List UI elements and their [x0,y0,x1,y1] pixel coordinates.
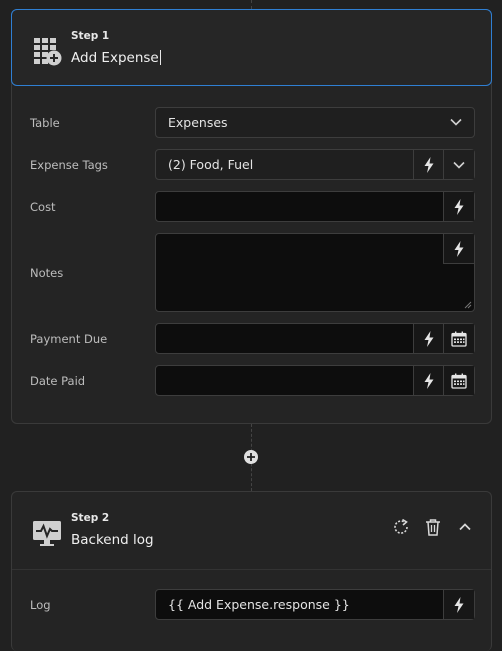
tags-dynamic-button[interactable] [413,150,444,179]
lightning-icon [453,597,465,613]
refresh-icon[interactable] [392,518,410,536]
chevron-down-icon [453,161,465,169]
trash-icon[interactable] [425,518,441,536]
date-paid-calendar-button[interactable] [443,366,474,395]
cost-label: Cost [30,200,56,214]
add-step-button[interactable] [244,450,258,464]
notes-label: Notes [30,266,64,280]
tags-dropdown-button[interactable] [443,150,474,179]
log-label: Log [30,598,51,612]
table-select[interactable]: Expenses [155,107,475,138]
date-paid-input[interactable] [155,365,475,396]
step-number: Step 2 [71,512,110,524]
log-input[interactable]: {{ Add Expense.response }} [155,589,475,620]
lightning-icon [423,331,435,347]
lightning-icon [423,157,435,173]
step-2-card: Step 2 Backend log Log {{ Add Expense.re… [11,491,492,651]
chevron-down-icon [450,118,462,126]
payment-due-input[interactable] [155,323,475,354]
date-paid-dynamic-button[interactable] [413,366,444,395]
resize-handle-icon[interactable] [464,301,472,309]
payment-due-dynamic-button[interactable] [413,324,444,353]
notes-dynamic-button[interactable] [443,234,474,264]
payment-due-calendar-button[interactable] [443,324,474,353]
connector-line-top [251,0,252,9]
step-2-header[interactable]: Step 2 Backend log [12,492,491,570]
notes-textarea[interactable] [155,233,475,312]
payment-due-label: Payment Due [30,332,108,346]
step-number: Step 1 [71,30,110,42]
lightning-icon [453,199,465,215]
cost-dynamic-button[interactable] [443,192,474,221]
step-1-card: Step 1 Add Expense Table Expenses Expens… [11,9,492,424]
expense-tags-select[interactable]: (2) Food, Fuel [155,149,475,180]
cost-input[interactable] [155,191,475,222]
chevron-up-icon[interactable] [459,523,471,531]
calendar-icon [451,373,467,389]
step-1-header[interactable]: Step 1 Add Expense [11,9,492,86]
table-add-icon [34,38,62,66]
step-title-input[interactable]: Add Expense [71,50,161,66]
plus-circle-icon [247,453,255,461]
expense-tags-label: Expense Tags [30,158,108,172]
lightning-icon [453,241,465,257]
date-paid-label: Date Paid [30,374,86,388]
step-title[interactable]: Backend log [71,532,154,548]
log-dynamic-button[interactable] [443,590,474,619]
lightning-icon [423,373,435,389]
calendar-icon [451,331,467,347]
table-label: Table [30,116,60,130]
monitor-pulse-icon [33,521,61,546]
